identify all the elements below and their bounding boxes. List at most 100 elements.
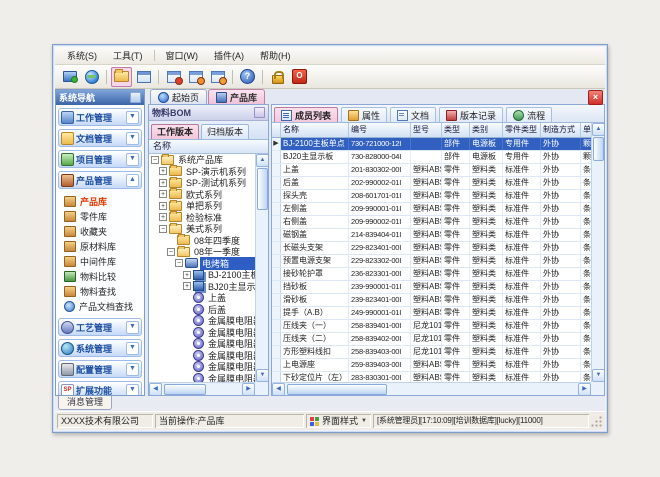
scroll-up-icon[interactable]: ▲ (592, 123, 604, 136)
nav-item-3[interactable]: 原材料库 (64, 239, 142, 253)
message-manager-tab[interactable]: 消息管理 (58, 396, 112, 410)
table-vertical-scrollbar[interactable]: ▲ ▼ (591, 123, 604, 382)
table-row-1[interactable]: BJ20主显示板730-828000-04I部件电源板专用件外协颗 (272, 151, 591, 164)
expand-plus-icon[interactable]: + (159, 202, 167, 210)
nav-collapse-icon[interactable] (130, 92, 141, 103)
table-row-14[interactable]: 压线夹（一）258-839401-00I尼龙1010零件塑料类标准件外协条 (272, 320, 591, 333)
table-row-12[interactable]: 滑砂板239-823401-00I塑料ABS零件塑料类标准件外协条 (272, 294, 591, 307)
table-row-16[interactable]: 方形塑料线扣258-839403-00I尼龙1010零件塑料类标准件外协条 (272, 346, 591, 359)
chevron-down-icon[interactable]: ▼ (126, 363, 139, 376)
nav-item-2[interactable]: 收藏夹 (64, 224, 142, 238)
nav-group-2[interactable]: 项目管理▼ (58, 150, 142, 168)
exit-button[interactable]: O (289, 67, 310, 87)
doc-tab-1[interactable]: 产品库 (208, 89, 265, 104)
table-row-2[interactable]: 上盖201-830302-00I塑料ABS零件塑料类标准件外协条 (272, 164, 591, 177)
nav-item-0[interactable]: 产品库 (64, 194, 142, 208)
bom-tab-1[interactable]: 归档版本 (201, 124, 249, 139)
nav-group-5[interactable]: 系统管理▼ (58, 339, 142, 357)
collapse-minus-icon[interactable]: − (167, 248, 175, 256)
nav-group-7[interactable]: SP扩展功能▼ (58, 381, 142, 395)
chevron-down-icon[interactable]: ▼ (126, 153, 139, 166)
column-header-4[interactable]: 类别 (470, 123, 503, 137)
help-button[interactable]: ? (237, 67, 258, 87)
close-tab-button[interactable]: × (588, 90, 603, 105)
tree-horizontal-scrollbar[interactable]: ◀ ▶ (149, 382, 255, 395)
chevron-down-icon[interactable]: ▼ (126, 321, 139, 334)
tree-hscroll-thumb[interactable] (164, 384, 206, 395)
column-header-6[interactable]: 制造方式 (541, 123, 581, 137)
tree-column-header[interactable]: 名称 (149, 140, 268, 154)
chevron-down-icon[interactable]: ▼ (126, 132, 139, 145)
column-header-5[interactable]: 零件类型 (503, 123, 541, 137)
scroll-down-icon[interactable]: ▼ (256, 369, 268, 382)
tree-node-12[interactable]: 上盖 (149, 292, 255, 304)
table-row-7[interactable]: 磁钢盖214-839404-01I塑料ABS零件塑料类标准件外协条 (272, 229, 591, 242)
chevron-down-icon[interactable]: ▼ (126, 111, 139, 124)
scroll-left-icon[interactable]: ◀ (149, 383, 162, 395)
ui-style-selector[interactable]: 界面样式 ▼ (306, 414, 371, 428)
windows-button[interactable] (133, 67, 154, 87)
tree-node-19[interactable]: 金属膜电阻器 (149, 373, 255, 383)
menu-item-3[interactable]: 插件(A) (206, 48, 252, 63)
nav-item-5[interactable]: 物料比较 (64, 269, 142, 283)
menu-item-4[interactable]: 帮助(H) (252, 48, 299, 63)
table-row-8[interactable]: 长磁头支架229-823401-00I塑料ABS零件塑料类标准件外协条 (272, 242, 591, 255)
table-vscroll-thumb[interactable] (593, 137, 604, 161)
nav-group-6[interactable]: 配置管理▼ (58, 360, 142, 378)
new-window-button[interactable] (163, 67, 184, 87)
members-tab-2[interactable]: 文档 (390, 107, 436, 122)
table-row-4[interactable]: 探头壳208-601701-01I塑料ABS零件塑料类标准件外协条 (272, 190, 591, 203)
tree-node-11[interactable]: +BJ20主显示板 (149, 281, 255, 293)
members-tab-0[interactable]: 成员列表 (274, 107, 338, 122)
column-header-1[interactable]: 编号 (349, 123, 411, 137)
chevron-up-icon[interactable]: ▲ (126, 174, 139, 187)
tree-vertical-scrollbar[interactable]: ▲ ▼ (255, 154, 268, 382)
table-row-0[interactable]: ▶BJ-2100主板单点730-721000-12I部件电源板专用件外协颗 (272, 138, 591, 151)
table-row-11[interactable]: 挡砂板239-990001-01I塑料ABS零件塑料类标准件外协条 (272, 281, 591, 294)
window-badge-button[interactable] (185, 67, 206, 87)
monitor-button[interactable] (59, 67, 80, 87)
expand-plus-icon[interactable]: + (159, 190, 167, 198)
nav-item-7[interactable]: 产品文档查找 (64, 299, 142, 313)
expand-plus-icon[interactable]: + (183, 271, 191, 279)
bom-tab-0[interactable]: 工作版本 (151, 124, 199, 139)
members-tab-3[interactable]: 版本记录 (439, 107, 503, 122)
column-header-2[interactable]: 型号 (411, 123, 442, 137)
scroll-down-icon[interactable]: ▼ (592, 369, 604, 382)
collapse-minus-icon[interactable]: − (159, 225, 167, 233)
table-row-18[interactable]: 下砂定位片（左）283-830301-00I塑料ABS零件塑料类标准件外协条 (272, 372, 591, 382)
table-row-15[interactable]: 压线夹（二）258-839402-00I尼龙1010零件塑料类标准件外协条 (272, 333, 591, 346)
chevron-down-icon[interactable]: ▼ (126, 342, 139, 355)
scroll-right-icon[interactable]: ▶ (578, 383, 591, 395)
globe-button[interactable] (81, 67, 102, 87)
table-row-3[interactable]: 后盖202-990002-01I塑料ABS零件塑料类标准件外协条 (272, 177, 591, 190)
nav-item-1[interactable]: 零件库 (64, 209, 142, 223)
nav-item-6[interactable]: 物料查找 (64, 284, 142, 298)
members-tab-1[interactable]: 属性 (341, 107, 387, 122)
members-tab-4[interactable]: 流程 (506, 107, 552, 122)
pin-icon[interactable] (254, 107, 265, 118)
table-row-6[interactable]: 右侧盖209-990002-01I塑料ABS零件塑料类标准件外协条 (272, 216, 591, 229)
nav-group-1[interactable]: 文档管理▼ (58, 129, 142, 147)
nav-item-4[interactable]: 中间件库 (64, 254, 142, 268)
column-header-7[interactable]: 单位 (581, 123, 591, 137)
nav-group-0[interactable]: 工作管理▼ (58, 108, 142, 126)
table-row-9[interactable]: 预置电源支架229-823302-00I塑料ABS零件塑料类标准件外协条 (272, 255, 591, 268)
doc-tab-0[interactable]: 起始页 (150, 89, 207, 104)
table-row-17[interactable]: 上电源座259-839403-00I塑料ABS零件塑料类标准件外协条 (272, 359, 591, 372)
open-folder-button[interactable] (111, 67, 132, 87)
menu-item-0[interactable]: 系统(S) (59, 48, 105, 63)
menu-item-2[interactable]: 窗口(W) (158, 48, 207, 63)
scroll-left-icon[interactable]: ◀ (272, 383, 285, 395)
scroll-up-icon[interactable]: ▲ (256, 154, 268, 167)
nav-group-3[interactable]: 产品管理▲ (58, 171, 142, 189)
window-refresh-button[interactable] (207, 67, 228, 87)
nav-group-4[interactable]: 工艺管理▼ (58, 318, 142, 336)
menu-item-1[interactable]: 工具(T) (105, 48, 151, 63)
table-row-10[interactable]: 接砂轮护罩236-823301-00I塑料ABS零件塑料类标准件外协条 (272, 268, 591, 281)
table-row-5[interactable]: 左侧盖209-990001-01I塑料ABS零件塑料类标准件外协条 (272, 203, 591, 216)
collapse-minus-icon[interactable]: − (151, 156, 159, 164)
column-header-3[interactable]: 类型 (442, 123, 470, 137)
scroll-right-icon[interactable]: ▶ (242, 383, 255, 395)
resize-grip[interactable] (591, 414, 603, 428)
